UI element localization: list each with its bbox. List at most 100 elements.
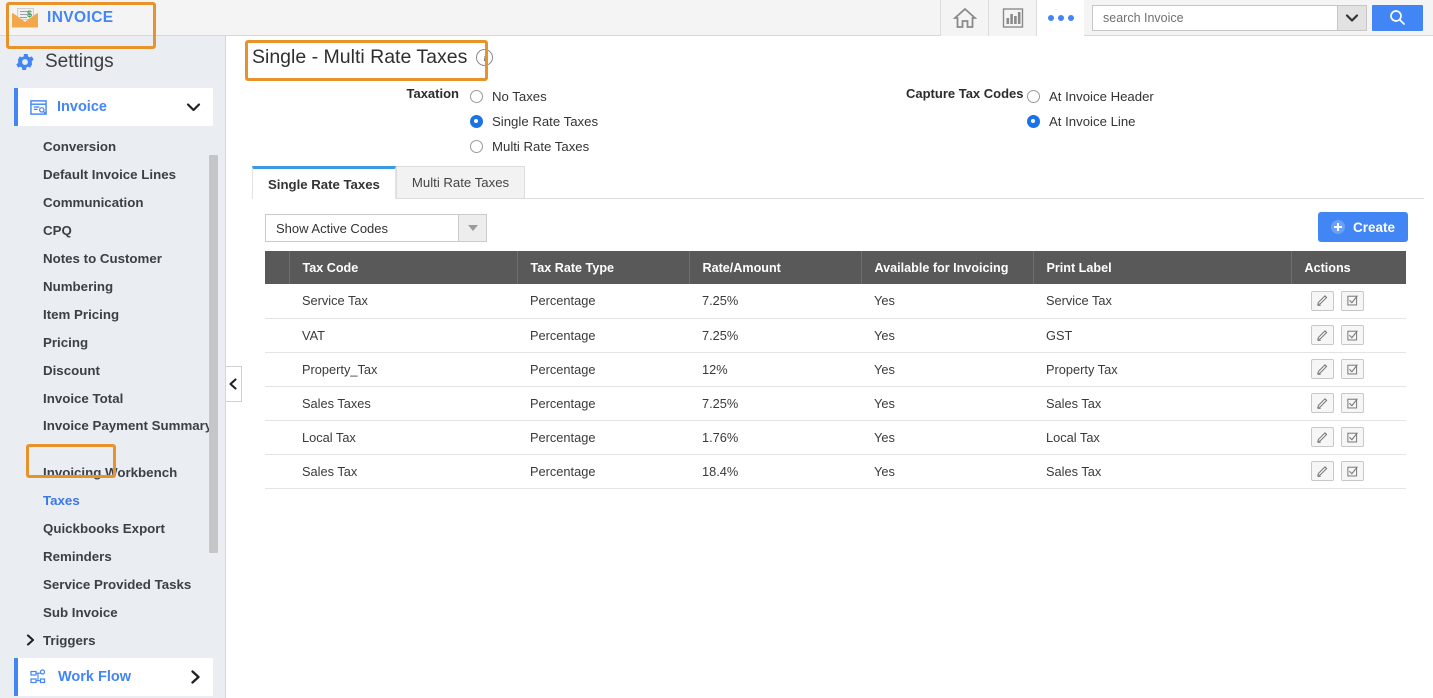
sidebar-item-discount[interactable]: Discount bbox=[0, 356, 225, 384]
sidebar-collapse-handle[interactable] bbox=[226, 366, 242, 402]
sidebar-item-label: Numbering bbox=[43, 278, 114, 294]
sidebar-item-quickbooks-export[interactable]: Quickbooks Export bbox=[0, 514, 225, 542]
cell-rate-amount: 7.25% bbox=[689, 284, 861, 319]
checkbox-action-button[interactable] bbox=[1341, 359, 1364, 379]
table-row[interactable]: Sales Taxes Percentage 7.25% Yes Sales Tax bbox=[265, 386, 1406, 421]
chevron-down-icon[interactable] bbox=[459, 214, 487, 242]
table-row[interactable]: Sales Tax Percentage 18.4% Yes Sales Tax bbox=[265, 454, 1406, 489]
radio-no-taxes[interactable]: No Taxes bbox=[470, 84, 598, 109]
sidebar-item-service-provided-tasks[interactable]: Service Provided Tasks bbox=[0, 570, 225, 598]
table-body: Service Tax Percentage 7.25% Yes Service Tax… bbox=[265, 284, 1406, 489]
create-button-label: Create bbox=[1352, 219, 1396, 235]
sidebar-item-cpq[interactable]: CPQ bbox=[0, 216, 225, 244]
sidebar-item-invoice-payment-summary[interactable]: Invoice Payment Summary bbox=[0, 412, 225, 458]
search-scope-dropdown[interactable] bbox=[1337, 4, 1367, 31]
more-icon[interactable] bbox=[1036, 0, 1084, 36]
chevron-right-icon[interactable] bbox=[190, 670, 201, 684]
sidebar-item-item-pricing[interactable]: Item Pricing bbox=[0, 300, 225, 328]
filter-select-value[interactable]: Show Active Codes bbox=[265, 214, 459, 242]
home-icon[interactable] bbox=[940, 0, 988, 36]
tab-label: Multi Rate Taxes bbox=[411, 175, 510, 190]
checkbox-action-button[interactable] bbox=[1341, 290, 1364, 311]
checkbox-action-button[interactable] bbox=[1341, 461, 1364, 481]
search-button[interactable] bbox=[1372, 4, 1423, 31]
sidebar-item-numbering[interactable]: Numbering bbox=[0, 272, 225, 300]
col-available-for-invoicing[interactable]: Available for Invoicing bbox=[861, 251, 1034, 284]
info-icon[interactable]: i bbox=[476, 49, 494, 66]
cell-available-for-invoicing: Yes bbox=[861, 454, 1033, 489]
tax-codes-table: Tax Code Tax Rate Type Rate/Amount Avail… bbox=[265, 251, 1406, 489]
cell-tax-code: Local Tax bbox=[289, 420, 517, 455]
table-row[interactable]: Local Tax Percentage 1.76% Yes Local Tax bbox=[265, 420, 1406, 455]
col-tax-rate-type[interactable]: Tax Rate Type bbox=[517, 251, 690, 284]
checkbox-action-button[interactable] bbox=[1341, 427, 1364, 447]
sidebar-item-conversion[interactable]: Conversion bbox=[0, 132, 225, 160]
row-spacer bbox=[265, 318, 289, 353]
tab-multi-rate-taxes[interactable]: Multi Rate Taxes bbox=[395, 166, 526, 198]
create-button[interactable]: Create bbox=[1318, 212, 1408, 242]
cell-rate-amount: 12% bbox=[689, 352, 861, 387]
col-tax-code[interactable]: Tax Code bbox=[289, 251, 518, 284]
brand-label: INVOICE bbox=[47, 8, 114, 26]
radio-circle-selected bbox=[1027, 115, 1040, 128]
cell-available-for-invoicing: Yes bbox=[861, 420, 1033, 455]
sidebar-item-reminders[interactable]: Reminders bbox=[0, 542, 225, 570]
radio-circle bbox=[1027, 90, 1040, 103]
filter-dropdown[interactable]: Show Active Codes bbox=[265, 214, 487, 242]
search-input[interactable] bbox=[1101, 9, 1329, 26]
cell-tax-code: Service Tax bbox=[289, 284, 517, 319]
sidebar-item-triggers[interactable]: Triggers bbox=[0, 626, 225, 654]
cell-rate-amount: 7.25% bbox=[689, 318, 861, 353]
checkbox-action-button[interactable] bbox=[1341, 325, 1364, 345]
row-actions bbox=[1291, 325, 1406, 345]
tab-single-rate-taxes[interactable]: Single Rate Taxes bbox=[252, 166, 396, 199]
row-spacer bbox=[265, 386, 289, 421]
brand[interactable]: $ INVOICE bbox=[0, 7, 114, 28]
sidebar-item-label: Item Pricing bbox=[43, 306, 120, 322]
radio-at-invoice-line[interactable]: At Invoice Line bbox=[1027, 109, 1154, 134]
sidebar-item-invoice-total[interactable]: Invoice Total bbox=[0, 384, 225, 412]
cell-tax-rate-type: Percentage bbox=[517, 284, 689, 319]
table-header-row: Tax Code Tax Rate Type Rate/Amount Avail… bbox=[265, 251, 1406, 284]
table-row[interactable]: Service Tax Percentage 7.25% Yes Service Tax bbox=[265, 284, 1406, 319]
gear-icon bbox=[14, 51, 36, 73]
cell-rate-amount: 7.25% bbox=[689, 386, 861, 421]
edit-button[interactable] bbox=[1311, 461, 1334, 481]
sidebar-scrollbar[interactable] bbox=[209, 155, 218, 553]
sidebar-item-label: Triggers bbox=[43, 632, 96, 648]
sidebar-item-communication[interactable]: Communication bbox=[0, 188, 225, 216]
radio-multi-rate-taxes[interactable]: Multi Rate Taxes bbox=[470, 134, 598, 159]
sidebar-item-label: Service Provided Tasks bbox=[43, 576, 192, 592]
table-row[interactable]: Property_Tax Percentage 12% Yes Property Tax bbox=[265, 352, 1406, 387]
sidebar-group-invoice[interactable]: Invoice bbox=[14, 88, 213, 126]
sidebar-item-pricing[interactable]: Pricing bbox=[0, 328, 225, 356]
edit-button[interactable] bbox=[1311, 359, 1334, 379]
sidebar-item-sub-invoice[interactable]: Sub Invoice bbox=[0, 598, 225, 626]
search-input-wrap[interactable] bbox=[1092, 4, 1337, 31]
radio-circle bbox=[470, 90, 483, 103]
workflow-icon bbox=[30, 668, 48, 686]
cell-actions bbox=[1291, 454, 1406, 489]
radio-single-rate-taxes[interactable]: Single Rate Taxes bbox=[470, 109, 598, 134]
sidebar-group-workflow[interactable]: Work Flow bbox=[14, 658, 213, 696]
col-rate-amount[interactable]: Rate/Amount bbox=[689, 251, 862, 284]
edit-button[interactable] bbox=[1311, 290, 1334, 311]
edit-button[interactable] bbox=[1311, 427, 1334, 447]
col-print-label[interactable]: Print Label bbox=[1033, 251, 1292, 284]
sidebar-item-default-invoice-lines[interactable]: Default Invoice Lines bbox=[0, 160, 225, 188]
chevron-down-icon[interactable] bbox=[186, 102, 201, 112]
checkbox-action-button[interactable] bbox=[1341, 393, 1364, 413]
table-row[interactable]: VAT Percentage 7.25% Yes GST bbox=[265, 318, 1406, 353]
radio-at-invoice-header[interactable]: At Invoice Header bbox=[1027, 84, 1154, 109]
app-root: $ INVOICE search Invoice Settings Invoic… bbox=[0, 0, 1433, 698]
sidebar-item-label: Conversion bbox=[43, 138, 117, 154]
sidebar-item-invoicing-workbench[interactable]: Invoicing Workbench bbox=[0, 458, 225, 486]
chart-icon[interactable] bbox=[988, 0, 1036, 36]
settings-header[interactable]: Settings bbox=[0, 36, 225, 88]
sidebar-item-taxes[interactable]: Taxes bbox=[0, 486, 225, 514]
cell-print-label: GST bbox=[1033, 318, 1291, 353]
sidebar-item-label: Sub Invoice bbox=[43, 604, 118, 620]
edit-button[interactable] bbox=[1311, 325, 1334, 345]
sidebar-item-notes-to-customer[interactable]: Notes to Customer bbox=[0, 244, 225, 272]
edit-button[interactable] bbox=[1311, 393, 1334, 413]
